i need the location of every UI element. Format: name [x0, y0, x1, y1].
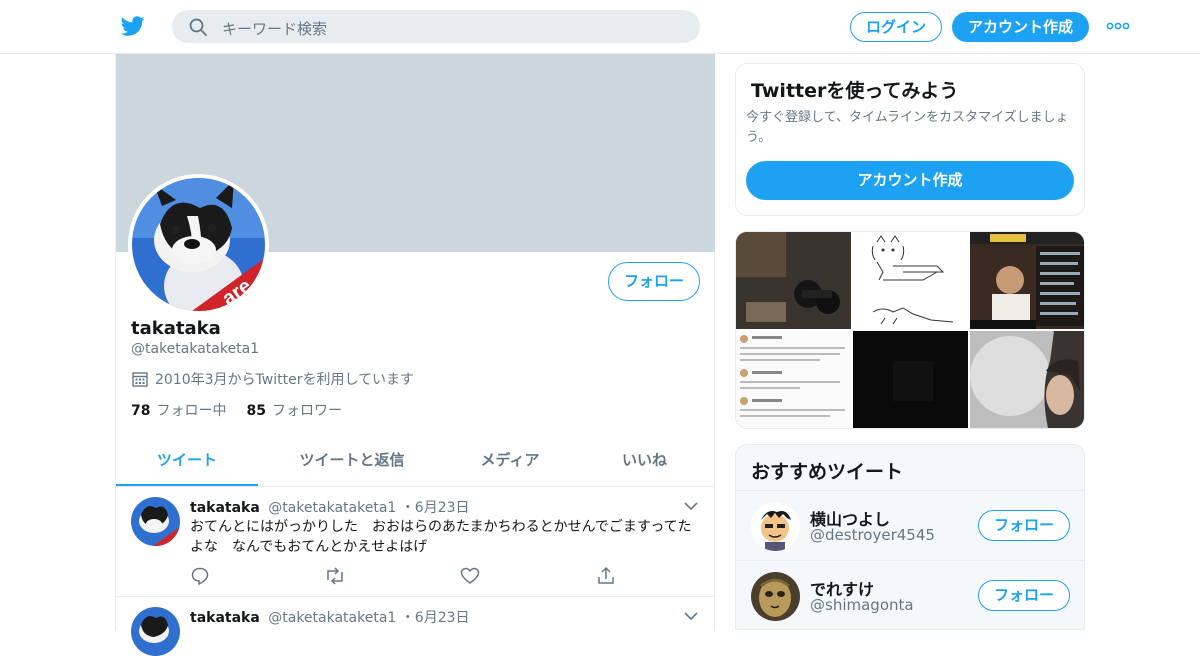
following-label: フォロー中 — [156, 403, 227, 419]
tweet-header: takataka @taketakataketa1 ・6月23日 — [190, 497, 470, 517]
media-thumbnail[interactable] — [970, 232, 1084, 329]
tweet-avatar[interactable] — [131, 497, 180, 546]
retweet-icon[interactable] — [324, 566, 346, 586]
profile-avatar[interactable]: are — [128, 174, 269, 315]
signup-card-description: 今すぐ登録して、タイムラインをカスタマイズしましょう。 — [746, 110, 1069, 145]
dog-avatar-image: are — [132, 178, 265, 311]
tab-tweets[interactable]: ツイート — [116, 438, 258, 486]
signup-card-title: Twitterを使ってみよう — [751, 80, 959, 102]
tweet-author-handle[interactable]: @taketakataketa1 — [268, 500, 396, 516]
media-thumbnail[interactable] — [853, 331, 968, 428]
tweet-author-name[interactable]: takataka — [190, 500, 260, 516]
recommended-handle[interactable]: @shimagonta — [810, 596, 914, 614]
tweet[interactable]: takataka @taketakataketa1 ・6月23日 おてんとにはが… — [116, 487, 715, 597]
chevron-down-icon[interactable] — [684, 611, 698, 621]
mask-avatar-image — [751, 572, 800, 621]
signup-card-button[interactable]: アカウント作成 — [746, 161, 1074, 200]
recommended-handle[interactable]: @destroyer4545 — [810, 526, 935, 544]
top-navigation-bar: キーワード検索 ログイン アカウント作成 — [0, 0, 1200, 54]
media-thumbnail[interactable] — [736, 331, 851, 428]
media-thumbnail[interactable] — [736, 232, 851, 329]
chevron-down-icon[interactable] — [684, 501, 698, 511]
followers-label: フォロワー — [271, 403, 342, 419]
tab-media[interactable]: メディア — [446, 438, 574, 486]
join-date: 2010年3月からTwitterを利用しています — [131, 369, 414, 389]
follow-stats: 78 フォロー中 85 フォロワー — [131, 400, 362, 420]
recommended-avatar[interactable] — [751, 502, 800, 551]
search-placeholder: キーワード検索 — [222, 20, 328, 38]
recommended-avatar[interactable] — [751, 572, 800, 621]
reply-icon[interactable] — [190, 566, 210, 586]
recommended-tweets: おすすめツイート 横山つよし @destroyer4545 フォロー でれすけ … — [735, 444, 1085, 630]
tweet[interactable]: takataka @taketakataketa1 ・6月23日 — [116, 597, 715, 656]
profile-name: takataka — [131, 318, 221, 339]
like-heart-icon[interactable] — [460, 566, 480, 586]
recommended-account[interactable]: でれすけ @shimagonta フォロー — [736, 560, 1084, 630]
media-thumbnail[interactable] — [970, 331, 1084, 428]
media-thumbnail[interactable] — [853, 232, 968, 329]
profile-handle: @taketakataketa1 — [131, 341, 260, 357]
calendar-icon — [132, 372, 148, 387]
recommended-follow-button[interactable]: フォロー — [978, 510, 1070, 541]
follow-button[interactable]: フォロー — [608, 262, 700, 301]
tab-tweets-and-replies[interactable]: ツイートと返信 — [258, 438, 446, 486]
tweet-date[interactable]: ・6月23日 — [401, 610, 470, 626]
dog-avatar-image — [131, 497, 180, 546]
signup-card: Twitterを使ってみよう 今すぐ登録して、タイムラインをカスタマイズしましょ… — [735, 63, 1085, 216]
tweet-actions — [190, 566, 630, 586]
login-button[interactable]: ログイン — [850, 12, 942, 42]
tweet-date[interactable]: ・6月23日 — [401, 500, 470, 516]
twitter-bird-icon[interactable] — [120, 14, 146, 38]
profile-tabs: ツイート ツイートと返信 メディア いいね — [116, 438, 715, 487]
tweet-text: おてんとにはがっかりした おおはらのあたまかちわるとかせんでごますってたよな な… — [190, 519, 692, 555]
tweet-author-handle[interactable]: @taketakataketa1 — [268, 610, 396, 626]
following-count: 78 — [131, 403, 151, 419]
followers-count: 85 — [246, 403, 266, 419]
search-icon — [189, 18, 207, 36]
recommended-title: おすすめツイート — [751, 461, 904, 483]
tab-likes[interactable]: いいね — [574, 438, 715, 486]
signup-button[interactable]: アカウント作成 — [952, 12, 1089, 42]
join-date-text: 2010年3月からTwitterを利用しています — [155, 372, 415, 388]
more-options-icon[interactable] — [1106, 18, 1130, 34]
search-box[interactable]: キーワード検索 — [172, 10, 700, 43]
profile-column: are フォロー takataka @taketakataketa1 2010年… — [115, 54, 715, 656]
media-gallery — [735, 231, 1085, 429]
share-icon[interactable] — [596, 566, 616, 586]
following-stat[interactable]: 78 フォロー中 — [131, 400, 226, 420]
dog-avatar-image — [131, 607, 180, 656]
cartoon-face-avatar-image — [751, 502, 800, 551]
recommended-account[interactable]: 横山つよし @destroyer4545 フォロー — [736, 490, 1084, 560]
recommended-follow-button[interactable]: フォロー — [978, 580, 1070, 611]
tweet-header: takataka @taketakataketa1 ・6月23日 — [190, 607, 470, 627]
tweet-avatar[interactable] — [131, 607, 180, 656]
followers-stat[interactable]: 85 フォロワー — [246, 400, 341, 420]
tweet-author-name[interactable]: takataka — [190, 610, 260, 626]
